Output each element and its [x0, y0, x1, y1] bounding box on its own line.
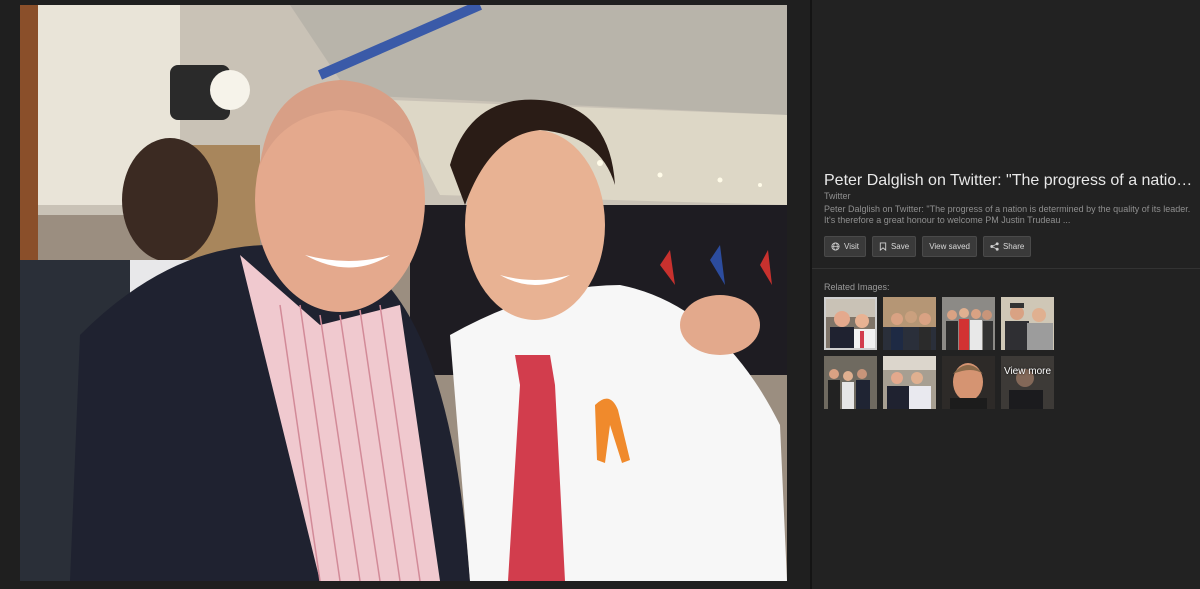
- view-saved-button[interactable]: View saved: [922, 236, 977, 257]
- image-description: Peter Dalglish on Twitter: "The progress…: [824, 204, 1191, 225]
- visit-label: Visit: [844, 242, 859, 251]
- image-title[interactable]: Peter Dalglish on Twitter: "The progress…: [824, 172, 1198, 190]
- details-panel: Peter Dalglish on Twitter: "The progress…: [812, 0, 1200, 589]
- image-viewer: [0, 0, 810, 589]
- related-image-thumb[interactable]: [942, 297, 995, 350]
- share-button[interactable]: Share: [982, 236, 1032, 257]
- related-image-thumb[interactable]: [1001, 297, 1054, 350]
- save-button[interactable]: Save: [871, 236, 917, 257]
- view-saved-label: View saved: [929, 242, 970, 251]
- action-bar: Visit Save View saved Share: [824, 236, 1032, 257]
- globe-icon: [831, 242, 840, 251]
- visit-button[interactable]: Visit: [824, 236, 866, 257]
- image-source: Twitter: [824, 191, 851, 201]
- view-more-label[interactable]: View more: [1001, 366, 1054, 377]
- related-image-thumb[interactable]: View more: [1001, 356, 1054, 409]
- related-image-thumb[interactable]: [883, 297, 936, 350]
- main-image[interactable]: [20, 5, 787, 581]
- share-icon: [990, 242, 999, 251]
- related-image-thumb[interactable]: [942, 356, 995, 409]
- section-divider: [812, 268, 1200, 269]
- related-images-grid: View more: [824, 297, 1054, 409]
- save-label: Save: [890, 242, 910, 251]
- bookmark-icon: [879, 242, 887, 251]
- related-image-thumb[interactable]: [824, 297, 877, 350]
- related-images-label: Related Images:: [824, 282, 890, 292]
- share-label: Share: [1002, 242, 1025, 251]
- related-image-thumb[interactable]: [883, 356, 936, 409]
- related-image-thumb[interactable]: [824, 356, 877, 409]
